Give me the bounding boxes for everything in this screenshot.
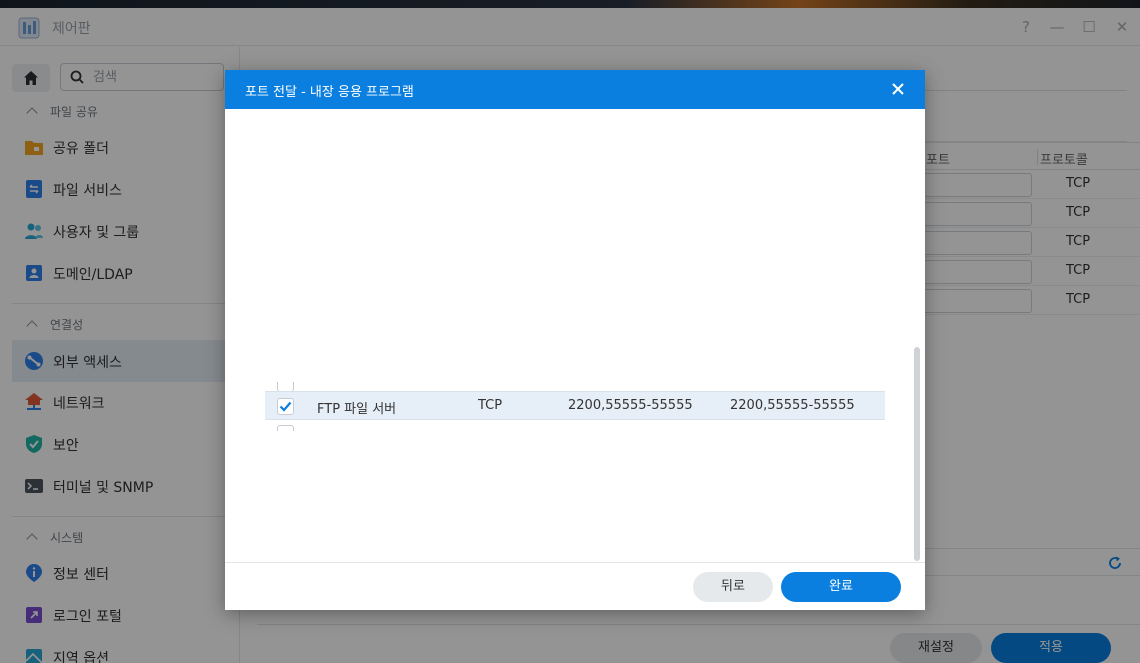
close-icon[interactable]	[889, 80, 907, 98]
dialog-header: 포트 전달 - 내장 응용 프로그램	[225, 70, 925, 109]
row-checkbox[interactable]	[277, 398, 294, 415]
protocol-cell: TCP	[478, 398, 503, 413]
dialog-footer-divider	[225, 562, 925, 563]
router-port-cell: 2200,55555-55555	[730, 398, 855, 413]
list-item-partial-below[interactable]	[265, 421, 885, 431]
local-port-cell: 2200,55555-55555	[568, 398, 693, 413]
checkmark-icon	[279, 401, 292, 412]
done-button[interactable]: 완료	[781, 572, 901, 602]
list-item-ftp-server[interactable]: FTP 파일 서버 TCP 2200,55555-55555 2200,5555…	[265, 391, 885, 420]
service-name-cell: FTP 파일 서버	[317, 402, 397, 417]
row-checkbox[interactable]	[277, 425, 294, 431]
list-scrollbar[interactable]	[914, 347, 920, 561]
dialog-title: 포트 전달 - 내장 응용 프로그램	[245, 85, 414, 100]
back-button[interactable]: 뒤로	[693, 572, 773, 602]
port-forwarding-dialog: 포트 전달 - 내장 응용 프로그램 FTP 파일 서버 TCP 2200,55…	[225, 70, 925, 610]
